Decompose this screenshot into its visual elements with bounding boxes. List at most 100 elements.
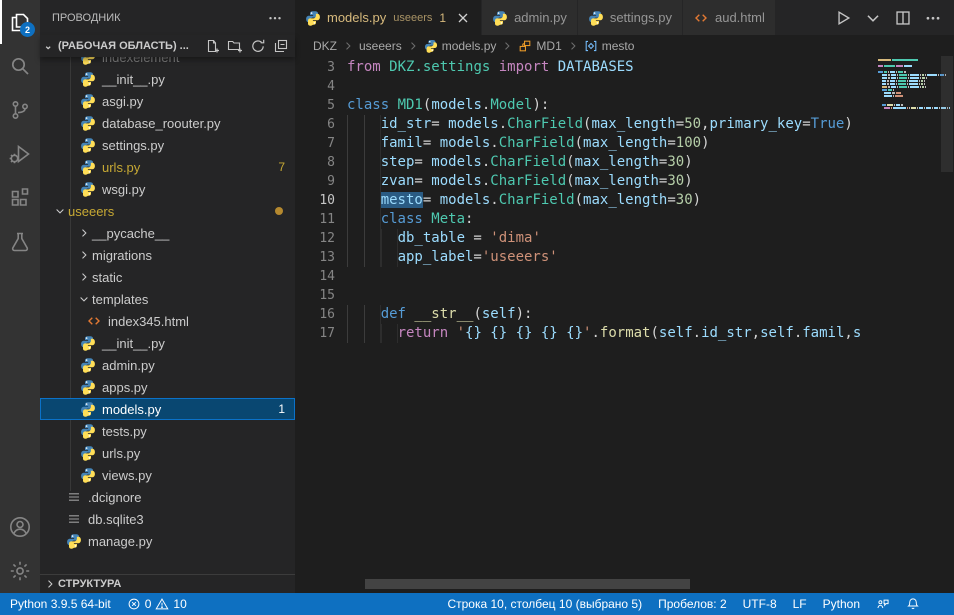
chevron-right-icon — [407, 40, 419, 52]
collapse-folders-button[interactable] — [273, 38, 289, 54]
extensions-icon — [8, 186, 32, 210]
tree-item-dcignore[interactable]: .dcignore — [40, 486, 295, 508]
code-line-8[interactable]: 8step= models.CharField(max_length=30) — [295, 153, 954, 172]
tree-item-tests-py[interactable]: tests.py — [40, 420, 295, 442]
status-bar: Python 3.9.5 64-bit 0 10 Строка 10, стол… — [0, 593, 954, 615]
notifications-status[interactable] — [898, 593, 928, 615]
more-actions-button[interactable] — [924, 9, 942, 27]
code-line-17[interactable]: 17return '{} {} {} {} {}'.format(self.id… — [295, 324, 954, 343]
breadcrumb-label: models.py — [442, 39, 497, 53]
views-and-more-actions-button[interactable] — [267, 10, 283, 26]
tree-item-database-roouter-py[interactable]: database_roouter.py — [40, 112, 295, 134]
list-icon — [66, 511, 82, 527]
tab-settings-py[interactable]: settings.py — [578, 0, 683, 35]
tab-bar: models.pyuseeers1admin.py settings.py aud.… — [295, 0, 954, 35]
new-folder-button[interactable] — [227, 38, 243, 54]
code-line-15[interactable]: 15 — [295, 286, 954, 305]
breadcrumb-item-md1[interactable]: MD1 — [518, 39, 561, 53]
tab-label: settings.py — [610, 10, 672, 25]
tree-item-apps-py[interactable]: apps.py — [40, 376, 295, 398]
activity-bar: 2 — [0, 0, 40, 593]
tree-item-views-py[interactable]: views.py — [40, 464, 295, 486]
close-tab-button[interactable] — [455, 10, 471, 26]
language-mode-status[interactable]: Python — [815, 593, 868, 615]
python-icon — [80, 379, 96, 395]
horizontal-scrollbar[interactable] — [365, 579, 690, 589]
line-number: 7 — [295, 134, 335, 153]
code-line-5[interactable]: 5class MD1(models.Model): — [295, 96, 954, 115]
python-interpreter-status[interactable]: Python 3.9.5 64-bit — [0, 593, 119, 615]
tree-item-asgi-py[interactable]: asgi.py — [40, 90, 295, 112]
breadcrumb-item-models-py[interactable]: models.py — [424, 39, 497, 53]
minimap[interactable] — [878, 56, 940, 593]
tree-item-wsgi-py[interactable]: wsgi.py — [40, 178, 295, 200]
tab-aud-html[interactable]: aud.html — [683, 0, 776, 35]
new-file-button[interactable] — [204, 38, 220, 54]
tree-item-pycache[interactable]: __pycache__ — [40, 222, 295, 244]
explorer-badge: 2 — [20, 22, 35, 37]
activity-extensions[interactable] — [0, 176, 40, 220]
activity-testing[interactable] — [0, 220, 40, 264]
chevron-down-icon — [78, 293, 92, 305]
run-dropdown-button[interactable] — [864, 9, 882, 27]
tree-item-useeers[interactable]: useeers — [40, 200, 295, 222]
code-line-4[interactable]: 4 — [295, 77, 954, 96]
code-line-10[interactable]: 10mesto= models.CharField(max_length=30) — [295, 191, 954, 210]
code-line-9[interactable]: 9zvan= models.CharField(max_length=30) — [295, 172, 954, 191]
end-of-line-label: LF — [793, 597, 807, 611]
outline-section-header[interactable]: СТРУКТУРА — [40, 574, 295, 593]
tree-item-indexelement[interactable]: indexelement — [40, 57, 295, 68]
python-icon — [80, 357, 96, 373]
cursor-position-status[interactable]: Строка 10, столбец 10 (выбрано 5) — [437, 593, 650, 615]
vertical-scrollbar[interactable] — [940, 56, 954, 593]
problems-status[interactable]: 0 10 — [119, 593, 195, 615]
code-line-14[interactable]: 14 — [295, 267, 954, 286]
tree-item-db-sqlite3[interactable]: db.sqlite3 — [40, 508, 295, 530]
line-content: mesto= models.CharField(max_length=30) — [347, 191, 701, 210]
tree-item-urls-py[interactable]: urls.py7 — [40, 156, 295, 178]
tree-item-admin-py[interactable]: admin.py — [40, 354, 295, 376]
code-line-12[interactable]: 12db_table = 'dima' — [295, 229, 954, 248]
tree-item-settings-py[interactable]: settings.py — [40, 134, 295, 156]
breadcrumb-item-useeers[interactable]: useeers — [359, 39, 402, 53]
tree-item-urls-py[interactable]: urls.py — [40, 442, 295, 464]
python-icon — [80, 57, 96, 65]
activity-explorer[interactable]: 2 — [0, 0, 40, 44]
code-line-13[interactable]: 13app_label='useeers' — [295, 248, 954, 267]
sidebar-title: ПРОВОДНИК — [52, 12, 121, 24]
tree-item-init-py[interactable]: __init__.py — [40, 68, 295, 90]
code-editor[interactable]: 3from DKZ.settings import DATABASES45cla… — [295, 56, 954, 593]
code-line-6[interactable]: 6id_str= models.CharField(max_length=50,… — [295, 115, 954, 134]
tree-item-migrations[interactable]: migrations — [40, 244, 295, 266]
code-line-16[interactable]: 16def __str__(self): — [295, 305, 954, 324]
indentation-status[interactable]: Пробелов: 2 — [650, 593, 735, 615]
tree-item-static[interactable]: static — [40, 266, 295, 288]
tree-item-templates[interactable]: templates — [40, 288, 295, 310]
tab-admin-py[interactable]: admin.py — [482, 0, 578, 35]
tree-item-index345-html[interactable]: index345.html — [40, 310, 295, 332]
tree-item-label: migrations — [92, 248, 152, 263]
activity-search[interactable] — [0, 44, 40, 88]
activity-manage[interactable] — [0, 549, 40, 593]
code-line-11[interactable]: 11class Meta: — [295, 210, 954, 229]
warning-icon — [155, 597, 169, 611]
split-editor-button[interactable] — [894, 9, 912, 27]
tab-models-py[interactable]: models.pyuseeers1 — [295, 0, 482, 35]
encoding-status[interactable]: UTF-8 — [735, 593, 785, 615]
breadcrumb-item-mesto[interactable]: mesto — [584, 39, 635, 53]
activity-accounts[interactable] — [0, 505, 40, 549]
feedback-status[interactable] — [868, 593, 898, 615]
activity-source-control[interactable] — [0, 88, 40, 132]
code-line-3[interactable]: 3from DKZ.settings import DATABASES — [295, 58, 954, 77]
run-python-file-button[interactable] — [834, 9, 852, 27]
breadcrumb-item-dkz[interactable]: DKZ — [313, 39, 337, 53]
tree-item-manage-py[interactable]: manage.py — [40, 530, 295, 552]
code-line-7[interactable]: 7famil= models.CharField(max_length=100) — [295, 134, 954, 153]
activity-run-and-debug[interactable] — [0, 132, 40, 176]
tree-item-models-py[interactable]: models.py1 — [40, 398, 295, 420]
tree-item-init-py[interactable]: __init__.py — [40, 332, 295, 354]
workspace-section-header[interactable]: ⌄ (РАБОЧАЯ ОБЛАСТЬ) ... — [40, 35, 295, 57]
end-of-line-status[interactable]: LF — [785, 593, 815, 615]
python-icon — [80, 137, 96, 153]
refresh-explorer-button[interactable] — [250, 38, 266, 54]
